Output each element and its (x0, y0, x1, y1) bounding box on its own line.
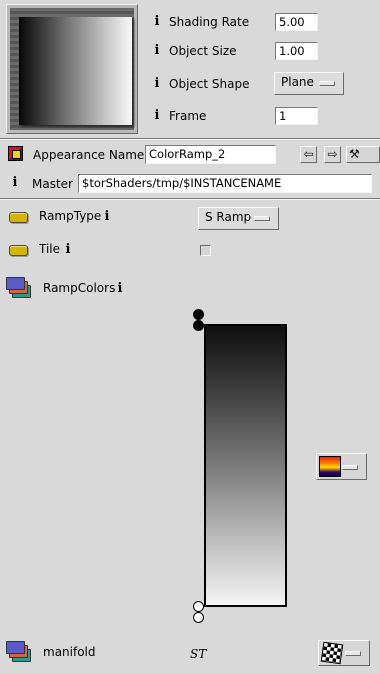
frame-label: Frame (169, 109, 207, 123)
appearance-name-field[interactable]: ColorRamp_2 (145, 145, 276, 164)
info-icon[interactable]: i (115, 282, 125, 296)
master-label: Master (32, 177, 73, 191)
frame-field[interactable]: 1 (275, 107, 318, 125)
manifold-label: manifold (43, 645, 96, 659)
layers-icon[interactable] (6, 276, 31, 298)
color-swatch-icon (319, 456, 341, 477)
checker-pattern-icon (320, 641, 344, 665)
menu-indicator-icon (319, 81, 335, 86)
appearance-icon (8, 146, 23, 161)
ramp-knot-handle[interactable] (193, 309, 204, 320)
param-connector-icon[interactable] (9, 212, 28, 223)
shading-rate-label: Shading Rate (169, 15, 250, 29)
info-icon[interactable]: i (10, 176, 20, 190)
appearance-name-label: Appearance Name (33, 148, 145, 162)
object-size-label: Object Size (169, 44, 237, 58)
manifold-menu-button[interactable] (318, 640, 370, 666)
color-ramp-editor[interactable] (204, 324, 287, 607)
master-field[interactable]: $torShaders/tmp/$INSTANCENAME (78, 174, 372, 193)
info-icon[interactable]: i (152, 15, 162, 29)
shader-preview (6, 4, 138, 134)
arrow-right-icon[interactable]: ⇨ (324, 146, 341, 163)
manifold-value: ST (190, 647, 207, 661)
param-connector-icon[interactable] (9, 245, 28, 256)
object-shape-label: Object Shape (169, 77, 250, 91)
color-picker-button[interactable] (316, 453, 367, 480)
preview-ramp-swatch (19, 17, 132, 125)
ramp-type-value: S Ramp (205, 210, 252, 224)
info-icon[interactable]: i (63, 243, 73, 257)
menu-indicator-icon (254, 216, 270, 221)
tile-checkbox[interactable] (200, 245, 211, 256)
ramp-knot-handle[interactable] (193, 320, 204, 331)
object-size-field[interactable]: 1.00 (275, 42, 318, 60)
ramp-colors-label: RampColors (43, 281, 116, 295)
ramp-knot-handle[interactable] (193, 601, 204, 612)
arrow-left-icon[interactable]: ⇦ (300, 146, 317, 163)
info-icon[interactable]: i (152, 109, 162, 123)
object-shape-menu[interactable]: Plane (274, 72, 344, 95)
info-icon[interactable]: i (152, 44, 162, 58)
shading-rate-field[interactable]: 5.00 (275, 13, 318, 31)
hammer-icon[interactable]: ⚒ (346, 146, 380, 163)
ramp-type-label: RampType (39, 209, 102, 223)
menu-indicator-icon (342, 465, 358, 470)
info-icon[interactable]: i (102, 210, 112, 224)
info-icon[interactable]: i (152, 77, 162, 91)
tile-label: Tile (39, 242, 61, 256)
object-shape-value: Plane (281, 75, 314, 89)
menu-indicator-icon (345, 651, 361, 656)
ramp-knot-handle[interactable] (193, 612, 204, 623)
ramp-type-menu[interactable]: S Ramp (198, 207, 279, 230)
layers-icon[interactable] (6, 640, 31, 662)
